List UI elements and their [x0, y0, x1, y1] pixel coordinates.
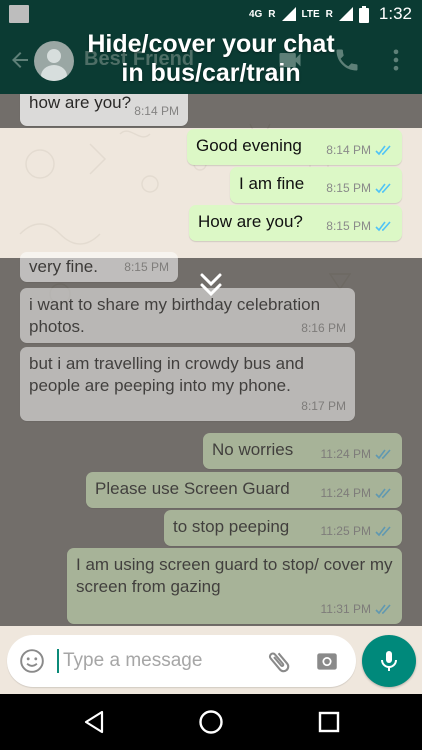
message-text: i want to share my birthday celebration …: [29, 295, 321, 336]
message-outgoing[interactable]: How are you? 8:15 PM: [189, 205, 402, 241]
triangle-back-icon[interactable]: [81, 709, 107, 735]
message-outgoing[interactable]: I am fine 8:15 PM: [230, 167, 402, 203]
message-placeholder[interactable]: Type a message: [63, 649, 202, 673]
roaming-indicator-2: R: [325, 8, 333, 20]
read-ticks-icon: [375, 144, 391, 155]
message-outgoing[interactable]: No worries 11:24 PM: [203, 433, 402, 469]
phone-icon[interactable]: [333, 46, 361, 74]
message-incoming[interactable]: i want to share my birthday celebration …: [20, 288, 355, 343]
message-incoming[interactable]: how are you? 8:14 PM: [20, 94, 188, 126]
message-time: 8:17 PM: [301, 399, 346, 413]
status-icons: 4G R LTE R 1:32: [249, 4, 412, 24]
read-ticks-icon: [375, 182, 391, 193]
mic-icon: [381, 651, 397, 671]
read-ticks-icon: [375, 448, 391, 459]
message-time: 11:24 PM: [320, 447, 371, 461]
message-time: 8:14 PM: [326, 143, 371, 157]
camera-icon[interactable]: [314, 648, 340, 674]
avatar[interactable]: [34, 41, 74, 81]
message-incoming[interactable]: but i am travelling in crowdy bus and pe…: [20, 347, 355, 421]
network-type: 4G: [248, 8, 263, 20]
message-time: 8:15 PM: [326, 181, 371, 195]
more-vert-icon[interactable]: [382, 46, 410, 74]
clock: 1:32: [378, 4, 412, 23]
mic-button[interactable]: [362, 635, 416, 687]
message-time: 11:31 PM: [320, 602, 371, 616]
status-bar: 4G R LTE R 1:32: [0, 0, 422, 28]
message-outgoing[interactable]: Please use Screen Guard 11:24 PM: [86, 472, 402, 508]
message-time: 11:25 PM: [320, 524, 371, 538]
read-ticks-icon: [375, 487, 391, 498]
notification-image-icon: [9, 5, 29, 23]
signal-icon: [281, 7, 296, 21]
message-incoming[interactable]: very fine. 8:15 PM: [20, 252, 178, 282]
message-time: 8:16 PM: [301, 321, 346, 335]
composer-bar: Type a message: [0, 626, 422, 694]
message-time: 8:15 PM: [124, 260, 169, 274]
video-call-icon[interactable]: [276, 46, 304, 74]
message-text: but i am travelling in crowdy bus and pe…: [29, 354, 304, 395]
read-ticks-icon: [375, 603, 391, 614]
chat-header: Best Friend Hide/cover your chat in bus/…: [0, 28, 422, 94]
contact-name[interactable]: Best Friend: [84, 48, 194, 71]
message-time: 8:14 PM: [134, 104, 179, 118]
message-time: 8:15 PM: [326, 219, 371, 233]
read-ticks-icon: [375, 525, 391, 536]
chat-area[interactable]: how are you? 8:14 PM Good evening 8:14 P…: [0, 94, 422, 626]
message-outgoing[interactable]: to stop peeping 11:25 PM: [164, 510, 402, 546]
emoji-icon[interactable]: [19, 648, 45, 674]
system-nav-bar: [0, 694, 422, 750]
circle-home-icon[interactable]: [198, 709, 224, 735]
message-time: 11:24 PM: [320, 486, 371, 500]
message-input[interactable]: Type a message: [7, 635, 356, 687]
signal-icon-2: [338, 7, 353, 21]
read-ticks-icon: [375, 220, 391, 231]
paperclip-icon[interactable]: [265, 648, 293, 676]
message-text: I am using screen guard to stop/ cover m…: [76, 555, 393, 596]
text-cursor: [57, 649, 59, 673]
battery-icon: [358, 5, 369, 23]
square-recents-icon[interactable]: [316, 709, 342, 735]
message-outgoing[interactable]: Good evening 8:14 PM: [187, 129, 402, 165]
roaming-indicator: R: [268, 8, 276, 20]
lte-label: LTE: [301, 8, 320, 20]
message-outgoing[interactable]: I am using screen guard to stop/ cover m…: [67, 548, 402, 624]
arrow-back-icon[interactable]: [8, 48, 32, 72]
